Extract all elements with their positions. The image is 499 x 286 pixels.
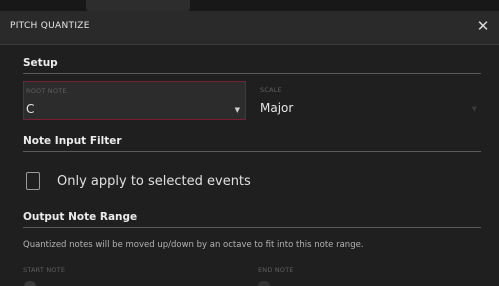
close-icon[interactable]: ✕ [475, 17, 491, 35]
chevron-down-icon: ▼ [471, 105, 477, 113]
chevron-down-icon: ▼ [234, 106, 240, 114]
scale-dropdown[interactable]: SCALE Major ▼ [258, 81, 481, 120]
dialog-title: PITCH QUANTIZE [10, 21, 90, 31]
section-divider [23, 73, 481, 74]
end-note-label: END NOTE [258, 266, 294, 274]
section-heading-setup: Setup [23, 57, 58, 69]
section-heading-note-input-filter: Note Input Filter [23, 135, 122, 147]
section-heading-output-note-range: Output Note Range [23, 211, 138, 223]
start-note-field-partial[interactable] [24, 281, 36, 286]
root-note-value: C [26, 102, 35, 116]
root-note-label: ROOT NOTE [26, 87, 67, 95]
section-divider [23, 151, 481, 152]
start-note-label: START NOTE [23, 266, 66, 274]
root-note-dropdown[interactable]: ROOT NOTE C ▼ [23, 81, 246, 120]
output-range-description: Quantized notes will be moved up/down by… [23, 240, 364, 250]
top-strip [0, 0, 499, 11]
section-divider [23, 227, 481, 228]
selected-events-checkbox[interactable] [26, 172, 40, 190]
scale-label: SCALE [260, 86, 282, 94]
top-strip-tab [86, 0, 190, 11]
pitch-quantize-dialog: PITCH QUANTIZE ✕ Setup ROOT NOTE C ▼ SCA… [0, 0, 499, 286]
selected-events-checkbox-label[interactable]: Only apply to selected events [57, 174, 251, 189]
scale-value: Major [260, 101, 294, 115]
end-note-field-partial[interactable] [258, 281, 270, 286]
dialog-titlebar: PITCH QUANTIZE ✕ [0, 11, 499, 45]
